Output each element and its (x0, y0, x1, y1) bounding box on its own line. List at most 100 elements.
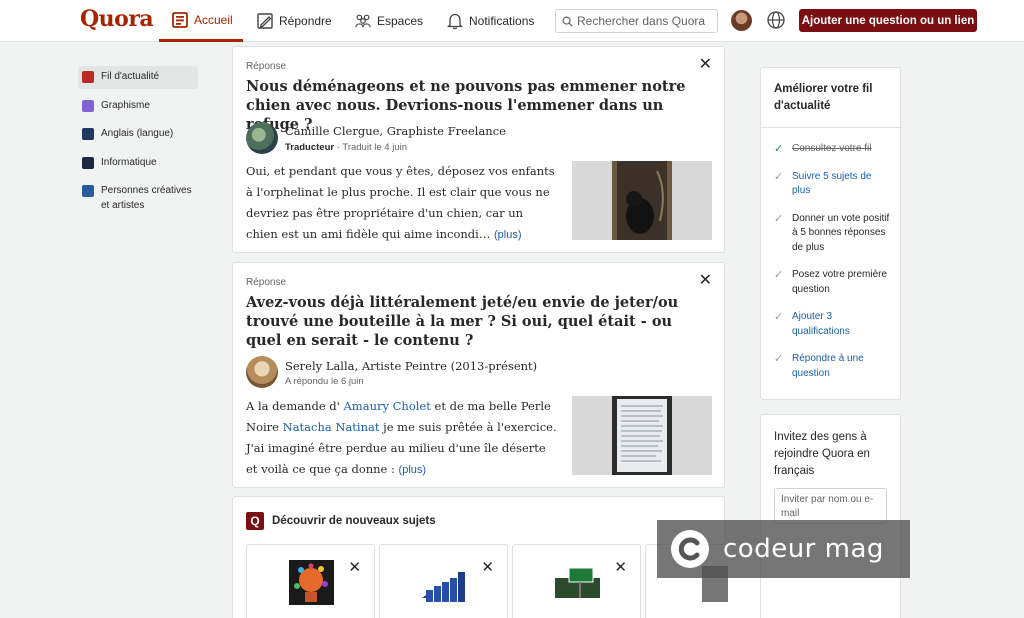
quora-q-icon: Q (246, 512, 264, 530)
nav-home-label: Accueil (194, 12, 233, 27)
topic-card[interactable]: ✕ (512, 544, 641, 618)
topic-icon (82, 71, 94, 83)
topic-icon (82, 185, 94, 197)
answer-date: · Traduit le 4 juin (336, 142, 407, 153)
more-link[interactable]: (plus) (494, 229, 522, 241)
user-avatar[interactable] (731, 10, 752, 31)
home-icon (172, 11, 188, 28)
answer-date: A répondu le 6 juin (285, 376, 364, 387)
card-type-label: Réponse (246, 61, 287, 72)
close-icon[interactable]: ✕ (699, 273, 712, 289)
topic-image-ideas (289, 560, 334, 605)
dog-photo (572, 161, 712, 240)
codeurmag-watermark: codeur mag (657, 520, 910, 578)
card-type-label: Réponse (246, 277, 287, 288)
mention-link[interactable]: Amaury Cholet (344, 399, 431, 413)
task-item[interactable]: ✓ Posez votre première question (761, 268, 900, 297)
discover-title-text: Découvrir de nouveaux sujets (272, 515, 436, 527)
task-label: Répondre à une question (792, 353, 864, 379)
task-item[interactable]: ✓ Ajouter 3 qualifications (761, 310, 900, 339)
check-icon: ✓ (774, 311, 784, 323)
improve-feed-title: Améliorer votre fil d'actualité (761, 68, 900, 128)
more-link[interactable]: (plus) (399, 464, 427, 476)
search-input[interactable] (577, 14, 715, 28)
pencil-icon (257, 13, 273, 29)
task-label: Suivre 5 sujets de plus (792, 170, 872, 197)
sidebar-item[interactable]: Personnes créatives et artistes (78, 180, 198, 217)
search-box[interactable] (555, 9, 718, 33)
sidebar-item-label: Anglais (langue) (101, 128, 174, 139)
codeurmag-text: codeur mag (723, 534, 884, 564)
invite-input[interactable] (774, 488, 887, 524)
sidebar-item[interactable]: Anglais (langue) (78, 123, 198, 146)
topic-image-sign (555, 560, 600, 605)
task-label: Donner un vote positif à 5 bonnes répons… (792, 212, 890, 253)
author-role: Traducteur (285, 142, 335, 153)
task-item[interactable]: ✓ Donner un vote positif à 5 bonnes répon… (761, 212, 900, 256)
author-name[interactable]: Camille Clergue, Graphiste Freelance (285, 124, 506, 138)
sidebar-item-label: Fil d'actualité (101, 71, 160, 82)
close-icon[interactable]: ✕ (348, 560, 361, 575)
sidebar-item-label: Personnes créatives et artistes (101, 185, 192, 211)
add-question-button[interactable]: Ajouter une question ou un lien (799, 9, 977, 32)
invite-title: Invitez des gens à rejoindre Quora en fr… (774, 431, 870, 477)
task-list: ✓ Consultez votre fil ✓ Suivre 5 sujets de … (761, 128, 900, 381)
task-label: Posez votre première question (792, 269, 888, 295)
nav-spaces-label: Espaces (377, 14, 424, 28)
invite-card: Invitez des gens à rejoindre Quora en fr… (760, 414, 901, 618)
task-label: Consultez votre fil (792, 143, 872, 154)
discover-title: Q Découvrir de nouveaux sujets (246, 512, 436, 530)
left-sidebar: Fil d'actualité Graphisme Anglais (langue)… (78, 66, 198, 223)
feed-answer-card[interactable]: Réponse ✕ Nous déménageons et ne pouvons… (232, 46, 725, 253)
check-icon: ✓ (774, 212, 784, 225)
close-icon[interactable]: ✕ (699, 57, 712, 73)
nav-notifications[interactable]: Notifications (446, 0, 534, 42)
nav-answer[interactable]: Répondre (256, 0, 332, 42)
author-avatar[interactable] (246, 356, 278, 388)
check-icon: ✓ (774, 269, 784, 281)
close-icon[interactable]: ✕ (481, 560, 494, 575)
author-meta: Traducteur · Traduit le 4 juin (285, 142, 407, 153)
letter-photo (572, 396, 712, 475)
sidebar-item[interactable]: Fil d'actualité (78, 66, 198, 89)
answer-body[interactable]: Oui, et pendant que vous y êtes, déposez… (246, 161, 558, 246)
quora-logo[interactable]: Quora (80, 6, 154, 32)
people-icon (355, 14, 371, 28)
author-name[interactable]: Serely Lalla, Artiste Peintre (2013-prés… (285, 359, 537, 373)
mention-link[interactable]: Natacha Natinat (283, 420, 380, 434)
task-label: Ajouter 3 qualifications (792, 311, 850, 337)
topic-icon (82, 156, 94, 169)
codeurmag-logo-icon (671, 530, 709, 568)
check-icon: ✓ (774, 170, 784, 183)
topic-image-chart (422, 560, 467, 605)
sidebar-item[interactable]: Graphisme (78, 95, 198, 118)
nav-home[interactable]: Accueil (159, 0, 243, 42)
sidebar-item-label: Informatique (101, 156, 157, 168)
nav-spaces[interactable]: Espaces (354, 0, 423, 42)
nav-answer-label: Répondre (279, 14, 332, 28)
answer-text: A la demande d' (246, 399, 344, 413)
feed-answer-card[interactable]: Réponse ✕ Avez-vous déjà littéralement j… (232, 262, 725, 488)
topic-card[interactable]: ✕ (379, 544, 508, 618)
close-icon[interactable]: ✕ (614, 560, 627, 575)
answer-thumbnail[interactable] (572, 161, 712, 240)
task-item[interactable]: ✓ Consultez votre fil (761, 142, 900, 157)
author-avatar[interactable] (246, 122, 278, 154)
question-title[interactable]: Avez-vous déjà littéralement jeté/eu env… (246, 293, 706, 350)
discover-topics-card: Q Découvrir de nouveaux sujets ✕ ✕ ✕ (232, 496, 774, 618)
nav-notifications-label: Notifications (469, 14, 535, 28)
sidebar-item-label: Graphisme (101, 99, 150, 111)
task-item[interactable]: ✓ Suivre 5 sujets de plus (761, 170, 900, 199)
task-item[interactable]: ✓ Répondre à une question (761, 352, 900, 381)
check-icon: ✓ (774, 353, 784, 365)
answer-body[interactable]: A la demande d' Amaury Cholet et de ma b… (246, 396, 558, 481)
bell-icon (446, 13, 464, 30)
check-icon: ✓ (774, 143, 784, 155)
topic-card[interactable]: ✕ (246, 544, 375, 618)
search-icon (562, 16, 573, 27)
answer-thumbnail[interactable] (572, 396, 712, 475)
globe-icon[interactable] (766, 10, 786, 30)
sidebar-item[interactable]: Informatique (78, 152, 198, 175)
topic-icon (82, 128, 94, 140)
improve-feed-card: Améliorer votre fil d'actualité ✓ Consult… (760, 67, 901, 400)
